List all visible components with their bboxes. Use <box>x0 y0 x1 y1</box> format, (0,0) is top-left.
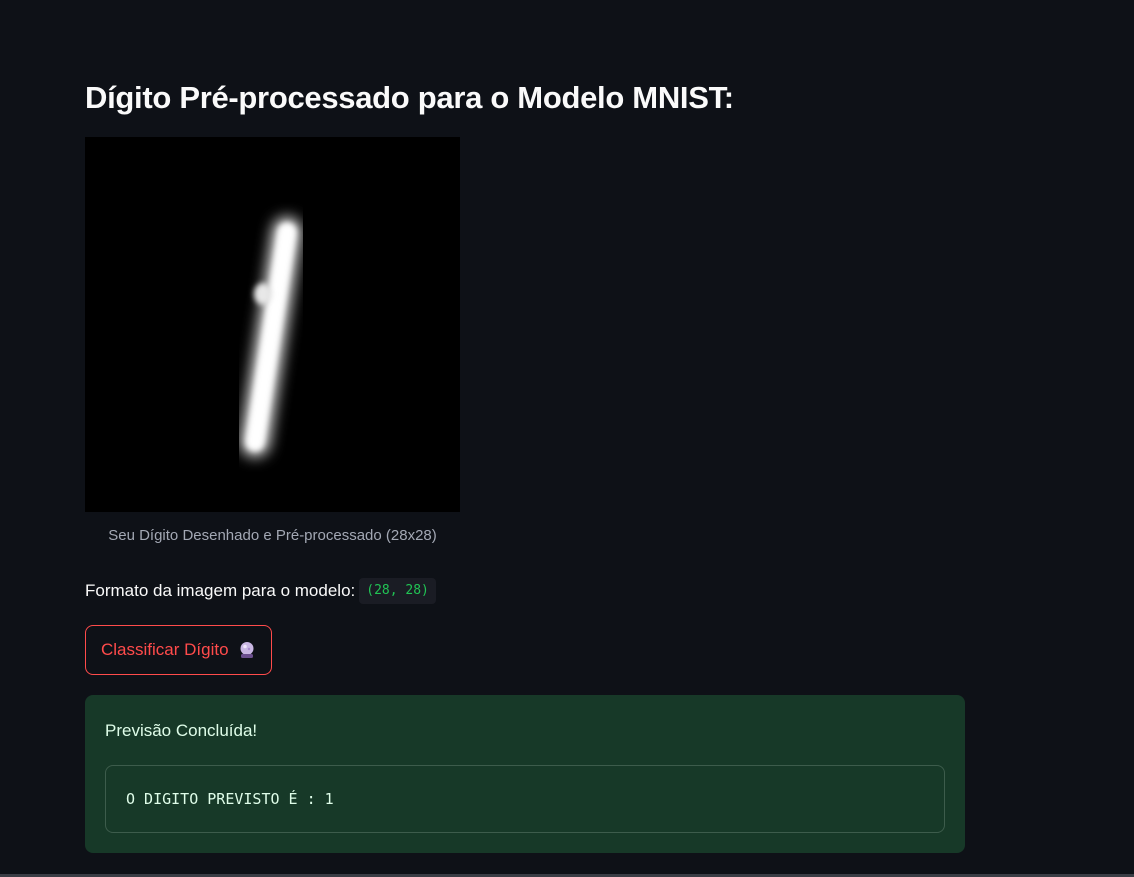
prediction-code-block: O DIGITO PREVISTO É : 1 <box>105 765 945 833</box>
page-title: Dígito Pré-processado para o Modelo MNIS… <box>85 80 734 115</box>
app-main: Dígito Pré-processado para o Modelo MNIS… <box>0 0 1134 877</box>
classify-digit-button[interactable]: Classificar Dígito <box>85 625 272 675</box>
format-label: Formato da imagem para o modelo: <box>85 581 356 600</box>
predicted-digit-text: O DIGITO PREVISTO É : 1 <box>126 790 334 808</box>
success-message: Previsão Concluída! <box>105 721 258 740</box>
prediction-success-alert: Previsão Concluída! O DIGITO PREVISTO É … <box>85 695 965 853</box>
preprocessed-digit-image <box>85 137 460 512</box>
format-line: Formato da imagem para o modelo: (28, 28… <box>85 578 436 604</box>
format-value: (28, 28) <box>359 578 436 604</box>
image-caption: Seu Dígito Desenhado e Pré-processado (2… <box>108 527 437 544</box>
crystal-ball-icon <box>240 642 254 658</box>
classify-digit-label: Classificar Dígito <box>101 640 229 659</box>
